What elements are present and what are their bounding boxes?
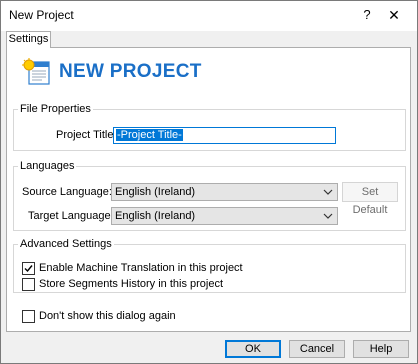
- page-title: NEW PROJECT: [59, 61, 202, 82]
- project-document-icon: [22, 58, 50, 85]
- source-language-select[interactable]: English (Ireland): [111, 183, 338, 201]
- close-icon[interactable]: ✕: [383, 5, 405, 25]
- source-language-label: Source Language:: [22, 186, 112, 198]
- advanced-settings-legend: Advanced Settings: [20, 238, 112, 250]
- help-icon[interactable]: ?: [356, 5, 378, 25]
- target-language-value: English (Ireland): [115, 210, 196, 222]
- project-title-label: Project Title:: [56, 129, 117, 141]
- file-properties-group: File Properties Project Title: -Project …: [13, 103, 406, 151]
- settings-panel: NEW PROJECT File Properties Project Titl…: [6, 47, 411, 332]
- dont-show-checkbox[interactable]: [22, 310, 35, 323]
- languages-group: Languages Source Language: English (Irel…: [13, 160, 406, 231]
- tab-settings[interactable]: Settings: [6, 31, 51, 48]
- segments-history-checkbox[interactable]: [22, 278, 35, 291]
- window-title: New Project: [9, 8, 74, 22]
- machine-translation-label[interactable]: Enable Machine Translation in this proje…: [39, 262, 243, 274]
- help-button[interactable]: Help: [353, 340, 409, 358]
- ok-button[interactable]: OK: [225, 340, 281, 358]
- target-language-select[interactable]: English (Ireland): [111, 207, 338, 225]
- languages-legend: Languages: [20, 160, 75, 172]
- title-bar: New Project ? ✕: [1, 1, 417, 31]
- new-project-dialog: New Project ? ✕ Settings NEW PROJECT Fil…: [0, 0, 418, 364]
- dont-show-label[interactable]: Don't show this dialog again: [39, 310, 176, 322]
- chevron-down-icon: [323, 189, 333, 195]
- set-default-button[interactable]: Set Default: [342, 182, 398, 216]
- target-language-label: Target Language:: [28, 210, 114, 222]
- project-title-input[interactable]: -Project Title-: [113, 127, 336, 144]
- file-properties-legend: File Properties: [20, 103, 91, 115]
- checkmark-icon: [24, 265, 33, 273]
- segments-history-label[interactable]: Store Segments History in this project: [39, 278, 223, 290]
- cancel-button[interactable]: Cancel: [289, 340, 345, 358]
- machine-translation-checkbox[interactable]: [22, 262, 35, 275]
- chevron-down-icon: [323, 213, 333, 219]
- advanced-settings-group: Advanced Settings Enable Machine Transla…: [13, 238, 406, 293]
- project-title-value: -Project Title-: [116, 129, 183, 141]
- source-language-value: English (Ireland): [115, 186, 196, 198]
